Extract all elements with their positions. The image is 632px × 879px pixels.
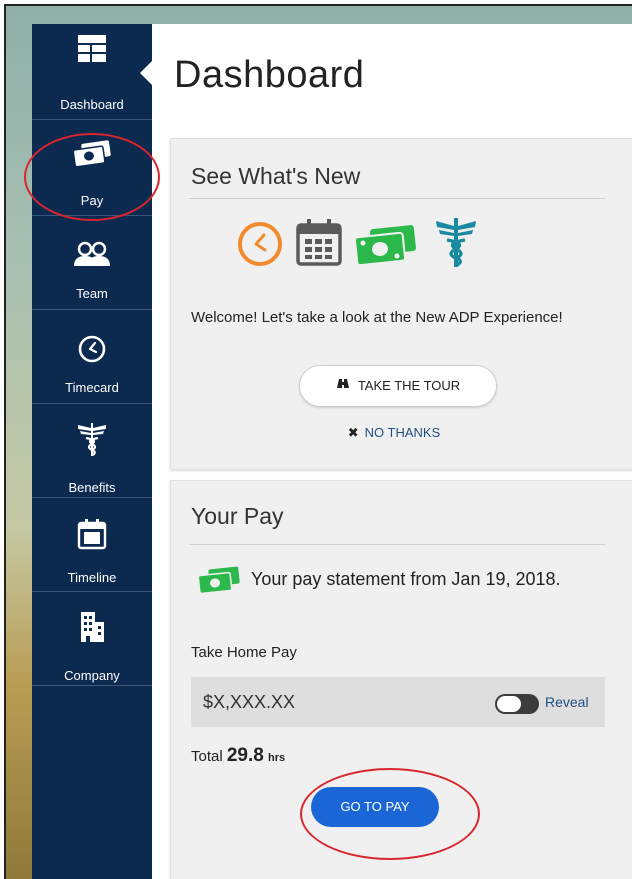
sidebar-item-dashboard[interactable]: Dashboard	[32, 24, 152, 120]
no-thanks-link[interactable]: ✖ NO THANKS	[329, 425, 459, 441]
reveal-label[interactable]: Reveal	[545, 694, 589, 710]
sidebar-item-label: Team	[76, 286, 108, 301]
pay-statement-text: Your pay statement from Jan 19, 2018.	[251, 569, 561, 589]
caduceus-icon	[435, 215, 477, 274]
sidebar-item-team[interactable]: Team	[32, 216, 152, 310]
sidebar-item-company[interactable]: Company	[32, 592, 152, 686]
total-hours-unit: hrs	[268, 752, 286, 764]
dashboard-icon	[75, 32, 109, 69]
money-icon	[197, 565, 241, 600]
divider	[189, 198, 605, 199]
team-icon	[73, 240, 111, 273]
clock-icon	[77, 334, 107, 367]
pay-amount: $X,XXX.XX	[203, 692, 296, 712]
binoculars-icon	[336, 365, 350, 405]
calendar-icon	[295, 217, 343, 272]
sidebar-item-label: Dashboard	[60, 97, 124, 112]
building-icon	[77, 610, 107, 647]
total-hours-value: 29.8	[226, 745, 264, 766]
sidebar-item-label: Timeline	[67, 570, 117, 585]
whats-new-card: See What's New Welcome! Let's take a loo…	[170, 138, 632, 470]
pay-annotation-circle	[24, 133, 160, 221]
no-thanks-label: NO THANKS	[364, 425, 441, 440]
money-icon	[353, 223, 419, 272]
sidebar-item-timeline[interactable]: Timeline	[32, 498, 152, 592]
go-to-pay-annotation-circle	[300, 768, 480, 860]
take-tour-button[interactable]: TAKE THE TOUR	[299, 365, 497, 407]
card-title: Your Pay	[191, 503, 284, 529]
take-home-pay-label: Take Home Pay	[191, 644, 297, 661]
take-tour-label: TAKE THE TOUR	[357, 378, 461, 393]
caduceus-icon	[77, 420, 107, 461]
clock-icon	[237, 221, 283, 272]
sidebar-item-timecard[interactable]: Timecard	[32, 310, 152, 404]
welcome-text: Welcome! Let's take a look at the New AD…	[191, 309, 563, 326]
screenshot-frame: Dashboard Pay Team Timecard Benefits Tim…	[4, 4, 632, 879]
divider	[189, 544, 605, 545]
sidebar-item-label: Timecard	[65, 380, 119, 395]
page-title: Dashboard	[174, 54, 365, 96]
sidebar-item-label: Company	[64, 668, 120, 683]
calendar-icon	[77, 518, 107, 553]
reveal-toggle[interactable]	[495, 694, 539, 714]
close-icon: ✖	[347, 425, 359, 440]
active-indicator	[140, 61, 152, 85]
sidebar-item-label: Benefits	[68, 480, 116, 495]
total-hours: Total 29.8 hrs	[191, 745, 285, 767]
total-prefix: Total	[191, 748, 223, 765]
card-title: See What's New	[191, 163, 361, 189]
toggle-knob	[497, 696, 521, 712]
sidebar-item-benefits[interactable]: Benefits	[32, 404, 152, 498]
main-content: Dashboard See What's New Welcome! Let's …	[152, 24, 632, 879]
take-home-pay-row: $X,XXX.XX Reveal	[191, 677, 605, 727]
